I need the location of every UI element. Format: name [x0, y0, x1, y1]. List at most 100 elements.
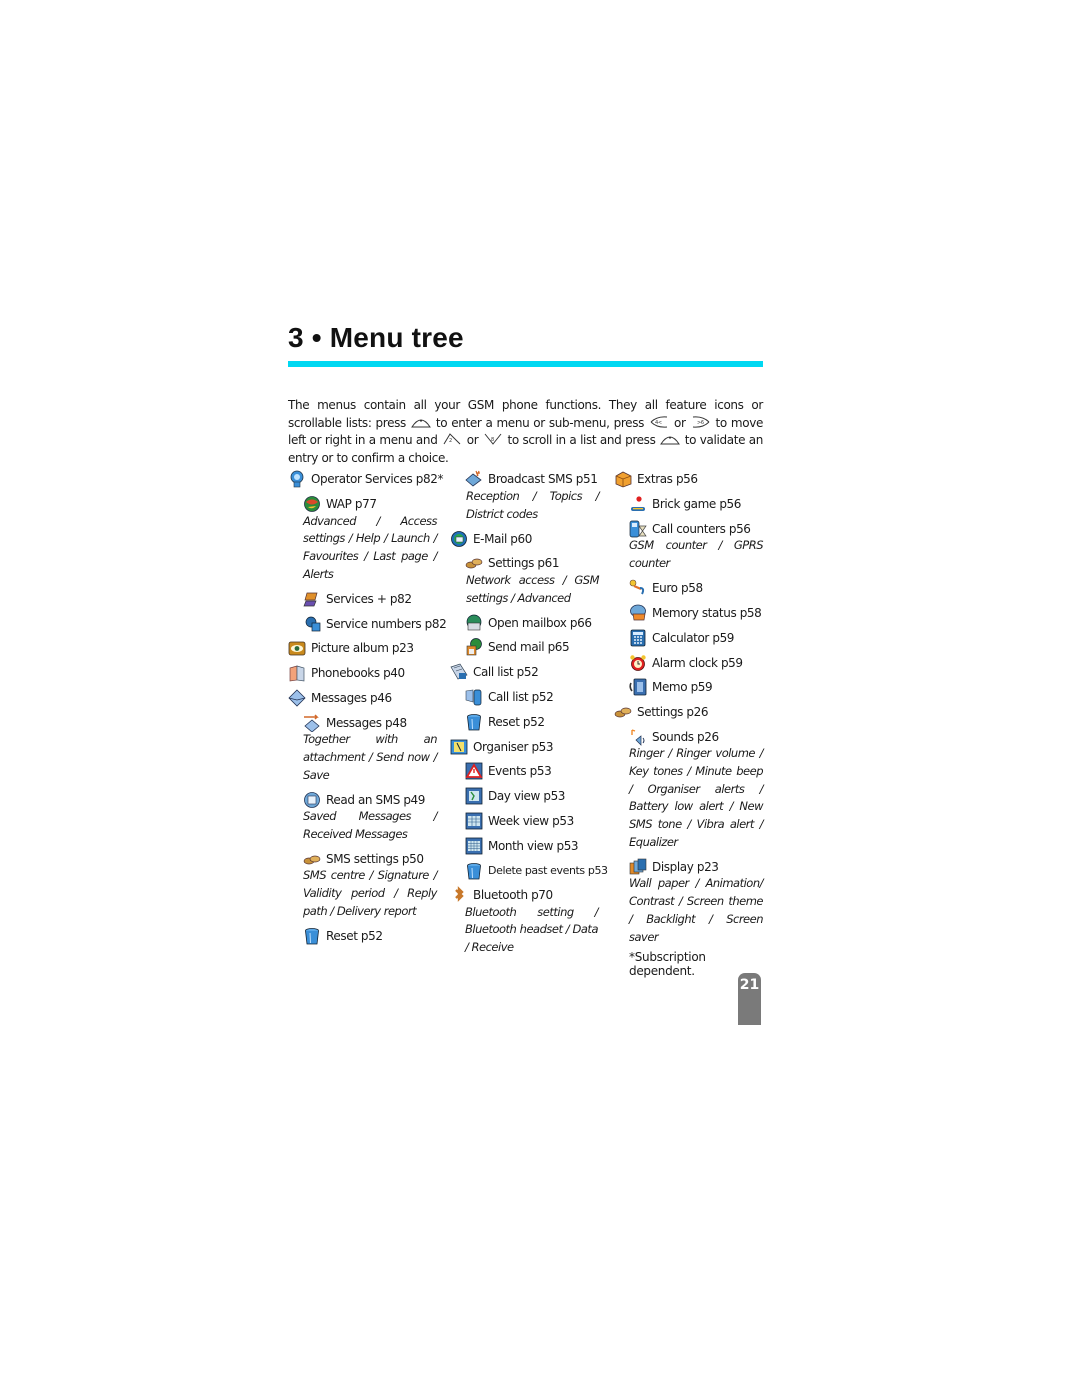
menu-item-label: Call counters p56 — [652, 521, 751, 536]
menu-item-label: Open mailbox p66 — [488, 615, 592, 630]
messages-envelope-icon — [288, 689, 306, 707]
up-key-icon: 2 — [442, 433, 462, 445]
menu-item-label: Picture album p23 — [311, 641, 414, 656]
menu-item-label: Events p53 — [488, 764, 552, 779]
menu-column-3: Extras p56 Brick game p56 Call counters p5… — [614, 467, 764, 978]
menu-item-label: Reset p52 — [488, 714, 545, 729]
menu-item-label: Messages p48 — [326, 715, 407, 730]
ok-key-icon — [410, 416, 431, 428]
extras-box-icon — [614, 470, 632, 488]
sounds-icon — [629, 728, 647, 746]
menu-item: Events p53 — [450, 759, 600, 784]
intro-text: to scroll in a list and press — [507, 433, 656, 448]
menu-item: Brick game p56 — [614, 492, 764, 517]
menu-item-label: Extras p56 — [637, 472, 698, 487]
menu-item-label: WAP p77 — [326, 497, 377, 512]
call-list-icon — [450, 663, 468, 681]
title-underline — [288, 361, 763, 367]
intro-text: to enter a menu or sub-menu, press — [435, 415, 645, 430]
submenu-options: Reception / Topics / District codes — [466, 488, 600, 521]
menu-item-label: SMS settings p50 — [326, 851, 424, 866]
submenu-options: Advanced / Access settings / Help / Laun… — [303, 513, 438, 581]
sms-settings-icon — [303, 850, 321, 868]
right-key-icon: >6 — [691, 416, 711, 428]
submenu-options: Ringer / Ringer volume / Key tones / Min… — [629, 746, 764, 849]
menu-item: Service numbers p82 — [288, 611, 447, 636]
settings-icon — [465, 554, 483, 572]
menu-item-label: Alarm clock p59 — [652, 655, 743, 670]
menu-item: Call list p52 — [450, 685, 600, 710]
trash-bin-icon — [465, 862, 483, 880]
services-plus-icon — [303, 590, 321, 608]
menu-item: Settings p26 — [614, 700, 764, 725]
intro-text: or — [466, 433, 479, 448]
month-view-icon — [465, 837, 483, 855]
menu-item-label: Read an SMS p49 — [326, 792, 426, 807]
menu-item-label: Calculator p59 — [652, 630, 735, 645]
page-title: 3 • Menu tree — [288, 322, 464, 353]
ok-key-icon — [660, 433, 681, 445]
menu-item: Picture album p23 — [288, 636, 438, 661]
menu-item-label: Sounds p26 — [652, 729, 719, 744]
svg-text:4<: 4< — [655, 420, 662, 426]
picture-album-icon — [288, 639, 306, 657]
menu-item-label: Memory status p58 — [652, 605, 762, 620]
menu-item-label: Euro p58 — [652, 581, 703, 596]
svg-text:2: 2 — [449, 438, 452, 444]
menu-item-label: Send mail p65 — [488, 640, 570, 655]
menu-item-label: E-Mail p60 — [473, 531, 532, 546]
wap-globe-icon — [303, 495, 321, 513]
menu-item: Delete past events p53 — [450, 858, 608, 883]
menu-item-label: Day view p53 — [488, 789, 566, 804]
memo-icon — [629, 678, 647, 696]
broadcast-sms-icon — [465, 470, 483, 488]
call-counters-icon — [629, 520, 647, 538]
menu-item-label: Brick game p56 — [652, 497, 742, 512]
menu-item-label: Organiser p53 — [473, 739, 554, 754]
menu-item-label: Settings p61 — [488, 556, 560, 571]
menu-item: Open mailbox p66 — [450, 610, 600, 635]
left-key-icon: 4< — [649, 416, 669, 428]
menu-item-label: Messages p46 — [311, 690, 392, 705]
menu-column-1: Operator Services p82 * WAP p77 Advanced / … — [288, 467, 447, 948]
phonebooks-icon — [288, 664, 306, 682]
menu-item: Organiser p53 — [450, 734, 600, 759]
menu-item-label: Operator Services p82 — [311, 472, 438, 487]
page-number: 21 — [738, 973, 761, 1025]
menu-item: Phonebooks p40 — [288, 661, 438, 686]
menu-item: Extras p56 — [614, 467, 764, 492]
trash-bin-icon — [303, 927, 321, 945]
submenu-options: Wall paper / Animation/ Contrast / Scree… — [629, 876, 764, 944]
operator-services-icon — [288, 470, 306, 488]
submenu-options: Bluetooth setting / Bluetooth headset / … — [465, 904, 599, 955]
submenu-options: SMS centre / Signature / Validity period… — [303, 868, 438, 918]
bluetooth-icon — [450, 886, 468, 904]
intro-text: or — [674, 415, 686, 430]
submenu-options: Together with an attachment / Send now /… — [303, 732, 438, 782]
menu-item: Services + p82 — [288, 586, 438, 611]
menu-item: Reset p52 — [288, 923, 438, 948]
calculator-icon — [629, 629, 647, 647]
settings-icon — [614, 703, 632, 721]
trash-bin-icon — [465, 713, 483, 731]
menu-item: Alarm clock p59 — [614, 650, 764, 675]
menu-item: Reset p52 — [450, 709, 600, 734]
subscription-asterisk: * — [437, 472, 444, 487]
display-icon — [629, 858, 647, 876]
down-key-icon: 8 — [483, 433, 503, 446]
menu-item-label: Service numbers p82 — [326, 616, 447, 631]
menu-item-label: Delete past events p53 — [488, 864, 608, 878]
organiser-icon — [450, 738, 468, 756]
menu-item: Week view p53 — [450, 809, 600, 834]
menu-item-label: Call list p52 — [473, 665, 539, 680]
menu-column-2: Broadcast SMS p51 Reception / Topics / Di… — [450, 467, 608, 960]
email-globe-icon — [450, 530, 468, 548]
call-list-sub-icon — [465, 688, 483, 706]
menu-item: Day view p53 — [450, 784, 600, 809]
memory-status-icon — [629, 604, 647, 622]
intro-paragraph: The menus contain all your GSM phone fun… — [288, 397, 763, 468]
svg-text:>6: >6 — [697, 420, 704, 426]
menu-item: Month view p53 — [450, 833, 600, 858]
menu-item-label: Call list p52 — [488, 689, 554, 704]
menu-item: Messages p46 — [288, 686, 438, 711]
